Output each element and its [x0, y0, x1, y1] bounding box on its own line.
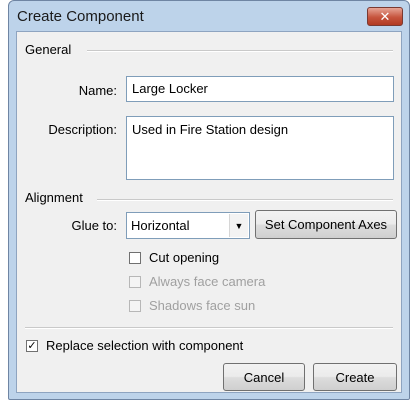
always-face-camera-option: Always face camera [129, 274, 265, 289]
description-label: Description: [48, 122, 117, 137]
cancel-button[interactable]: Cancel [223, 363, 305, 391]
shadows-face-sun-option: Shadows face sun [129, 298, 255, 313]
cut-opening-option[interactable]: Cut opening [129, 250, 219, 265]
general-divider [87, 50, 393, 52]
chevron-down-icon[interactable]: ▼ [229, 214, 248, 237]
cut-opening-label: Cut opening [149, 250, 220, 265]
glue-to-value: Horizontal [131, 218, 190, 233]
glue-to-label: Glue to: [71, 218, 117, 233]
always-face-camera-checkbox [129, 275, 141, 288]
general-heading: General [25, 42, 72, 57]
close-button[interactable]: ✕ [367, 7, 403, 26]
replace-selection-option[interactable]: ✓ Replace selection with component [26, 338, 243, 353]
set-component-axes-button[interactable]: Set Component Axes [255, 210, 397, 239]
replace-selection-label: Replace selection with component [46, 338, 244, 353]
name-field[interactable]: Large Locker [126, 76, 394, 102]
cut-opening-checkbox[interactable] [129, 251, 141, 264]
alignment-divider [97, 199, 393, 201]
description-field[interactable]: Used in Fire Station design [126, 116, 394, 180]
close-icon: ✕ [379, 8, 391, 24]
shadows-face-sun-checkbox [129, 299, 141, 312]
alignment-heading: Alignment [25, 190, 83, 205]
always-face-camera-label: Always face camera [149, 274, 266, 289]
create-button[interactable]: Create [313, 363, 397, 391]
name-label: Name: [78, 83, 117, 98]
dialog-body: General Name: Large Locker Description: … [16, 31, 402, 393]
create-component-dialog: Create Component ✕ General Name: Large L… [8, 0, 410, 400]
dialog-title: Create Component [17, 8, 144, 25]
bottom-divider [25, 327, 393, 329]
replace-selection-checkbox[interactable]: ✓ [26, 339, 38, 352]
glue-to-select[interactable]: Horizontal ▼ [126, 212, 250, 239]
shadows-face-sun-label: Shadows face sun [149, 298, 256, 313]
title-bar[interactable]: Create Component ✕ [9, 1, 409, 31]
